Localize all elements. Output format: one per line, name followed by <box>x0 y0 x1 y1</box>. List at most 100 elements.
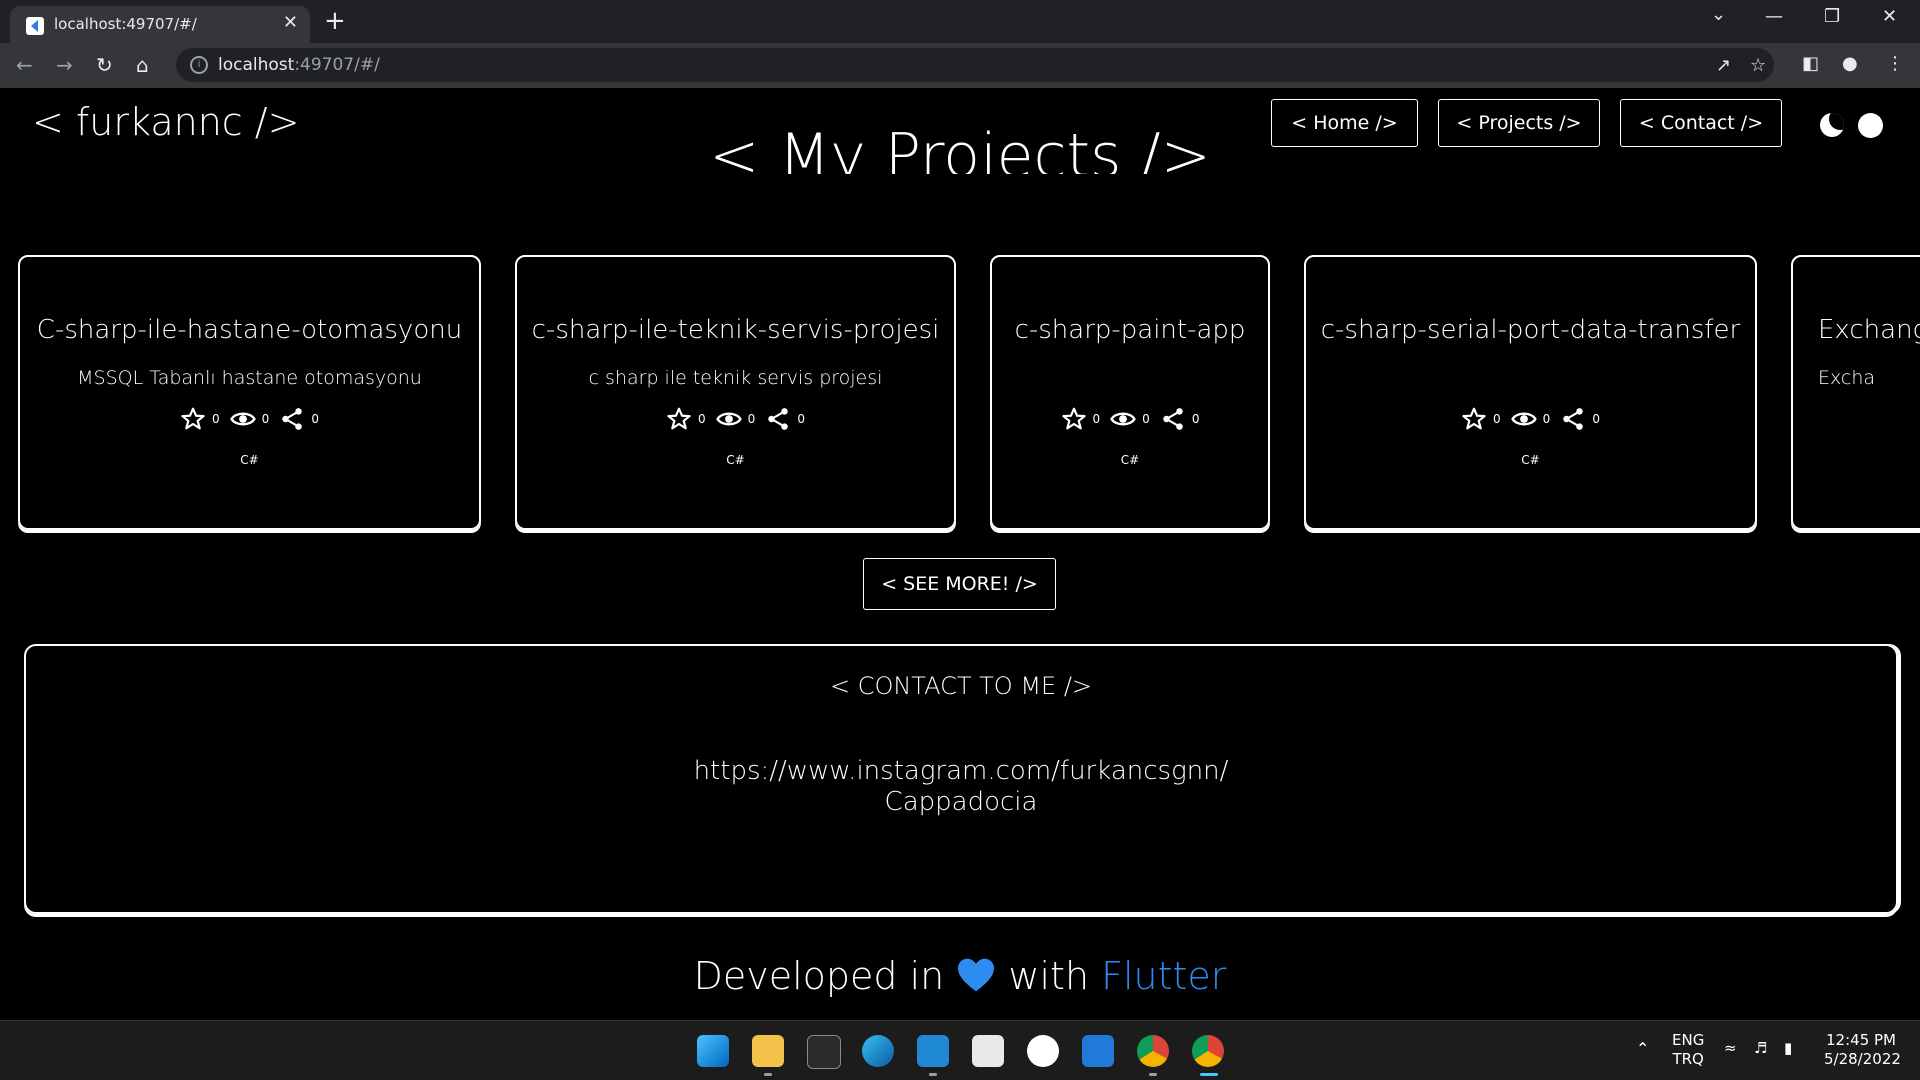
show-hidden-icons[interactable]: ⌃ <box>1636 1039 1649 1058</box>
close-tab-icon[interactable]: ✕ <box>283 12 298 33</box>
project-language: C# <box>1521 453 1540 467</box>
forward-icon[interactable]: → <box>56 53 73 77</box>
maximize-button[interactable]: ❐ <box>1824 6 1840 27</box>
store-icon[interactable] <box>972 1035 1004 1067</box>
side-panel-icon[interactable]: ◧ <box>1802 53 1819 74</box>
active-indicator <box>1200 1073 1218 1076</box>
flutter-favicon-icon <box>26 17 44 35</box>
blue-heart-icon <box>958 958 995 992</box>
battery-icon[interactable]: ▮ <box>1784 1039 1792 1058</box>
project-title: c-sharp-ile-teknik-servis-projesi <box>531 315 940 345</box>
project-description: Excha <box>1818 367 1876 389</box>
site-logo[interactable]: < furkannc /> <box>32 100 299 144</box>
watch-count: 0 <box>1542 412 1551 426</box>
share-icon <box>768 408 789 430</box>
project-card[interactable]: c-sharp-paint-app 0 0 0 C# <box>990 255 1270 530</box>
footer: Developed in with Flutter <box>0 954 1920 998</box>
share-icon <box>282 408 303 430</box>
bookmark-star-icon[interactable]: ☆ <box>1750 55 1766 76</box>
project-stats: 0 0 0 <box>517 406 954 432</box>
close-window-button[interactable]: ✕ <box>1882 6 1897 27</box>
fork-count: 0 <box>1191 412 1200 426</box>
eye-icon <box>715 412 742 426</box>
running-indicator <box>764 1073 772 1076</box>
see-more-button[interactable]: < SEE MORE! /> <box>863 558 1056 610</box>
share-icon <box>1563 408 1584 430</box>
site-info-icon[interactable]: i <box>190 56 208 74</box>
star-icon <box>181 407 205 430</box>
footer-prefix: Developed in <box>693 954 945 998</box>
watch-count: 0 <box>261 412 270 426</box>
vscode-icon[interactable] <box>917 1035 949 1067</box>
project-title: Exchang <box>1818 315 1920 345</box>
running-indicator <box>1149 1073 1157 1076</box>
star-count: 0 <box>1092 412 1101 426</box>
project-title: c-sharp-serial-port-data-transfer <box>1320 315 1741 345</box>
new-tab-button[interactable]: + <box>324 6 346 36</box>
project-language: C# <box>1120 453 1140 467</box>
volume-icon[interactable]: ♬ <box>1754 1039 1767 1058</box>
reload-icon[interactable]: ↻ <box>96 53 113 77</box>
profile-icon[interactable]: ● <box>1842 53 1858 74</box>
language-indicator[interactable]: ENG TRQ <box>1672 1031 1704 1069</box>
wifi-icon[interactable]: ≈ <box>1724 1039 1737 1058</box>
terminal-icon[interactable] <box>807 1035 841 1069</box>
project-description: MSSQL Tabanlı hastane otomasyonu <box>77 367 422 389</box>
footer-middle: with <box>1008 954 1090 998</box>
project-title: C-sharp-ile-hastane-otomasyonu <box>36 315 463 345</box>
home-icon[interactable]: ⌂ <box>136 53 149 77</box>
fork-count: 0 <box>311 412 319 426</box>
nav-projects-button[interactable]: < Projects /> <box>1438 99 1600 147</box>
edge-icon[interactable] <box>862 1035 894 1067</box>
minimize-button[interactable]: — <box>1765 6 1783 27</box>
running-indicator <box>929 1073 937 1076</box>
nav-contact-button[interactable]: < Contact /> <box>1620 99 1782 147</box>
fork-count: 0 <box>1592 412 1600 426</box>
file-explorer-icon[interactable] <box>752 1035 784 1067</box>
instagram-link[interactable]: https://www.instagram.com/furkancsgnn/ <box>26 756 1896 787</box>
project-card-partial[interactable]: Exchang Excha <box>1791 255 1920 530</box>
star-count: 0 <box>212 412 220 426</box>
app-icon[interactable] <box>1027 1035 1059 1067</box>
project-language: C# <box>240 453 259 467</box>
star-count: 0 <box>698 412 706 426</box>
contact-section: < CONTACT TO ME /> https://www.instagram… <box>24 644 1898 914</box>
project-card[interactable]: c-sharp-serial-port-data-transfer 0 0 0 … <box>1304 255 1757 530</box>
star-icon <box>1061 407 1086 430</box>
tab-search-icon[interactable]: ⌄ <box>1711 4 1726 25</box>
menu-icon[interactable]: ⋮ <box>1886 53 1904 74</box>
footer-brand-link[interactable]: Flutter <box>1101 954 1226 998</box>
project-card[interactable]: c-sharp-ile-teknik-servis-projesi c shar… <box>515 255 956 530</box>
eye-icon <box>1510 412 1537 426</box>
share-icon[interactable]: ↗ <box>1716 55 1731 76</box>
mail-icon[interactable] <box>1082 1035 1114 1067</box>
eye-icon <box>1110 412 1136 426</box>
star-count: 0 <box>1493 412 1501 426</box>
chrome-icon[interactable] <box>1137 1035 1169 1067</box>
watch-count: 0 <box>747 412 756 426</box>
windows-taskbar: ⌃ ENG TRQ ≈ ♬ ▮ 12:45 PM 5/28/2022 <box>0 1020 1920 1080</box>
project-title: c-sharp-paint-app <box>1014 315 1246 345</box>
tab-title: localhost:49707/#/ <box>54 15 197 33</box>
fork-count: 0 <box>797 412 805 426</box>
nav-home-button[interactable]: < Home /> <box>1271 99 1418 147</box>
url-text: localhost:49707/#/ <box>218 55 380 75</box>
project-card[interactable]: C-sharp-ile-hastane-otomasyonu MSSQL Tab… <box>18 255 481 530</box>
project-stats: 0 0 0 <box>992 406 1268 432</box>
project-language: C# <box>726 453 745 467</box>
star-icon <box>667 407 691 430</box>
start-windows-icon[interactable] <box>697 1035 729 1067</box>
clock[interactable]: 12:45 PM 5/28/2022 <box>1824 1031 1901 1069</box>
dark-mode-moon-icon[interactable] <box>1820 113 1844 137</box>
address-bar[interactable]: i localhost:49707/#/ ↗ ☆ <box>176 48 1774 82</box>
browser-tab[interactable]: localhost:49707/#/ ✕ <box>10 6 310 43</box>
watch-count: 0 <box>1142 412 1150 426</box>
project-stats: 0 0 0 <box>1306 406 1755 432</box>
chrome-active-icon[interactable] <box>1192 1035 1224 1067</box>
light-mode-circle-icon[interactable] <box>1858 113 1883 138</box>
project-description: c sharp ile teknik servis projesi <box>588 367 883 389</box>
page-content: < My Projects /> < furkannc /> < Home />… <box>0 88 1920 1020</box>
back-icon[interactable]: ← <box>16 53 33 77</box>
contact-title: < CONTACT TO ME /> <box>829 672 1093 700</box>
star-icon <box>1462 407 1486 430</box>
